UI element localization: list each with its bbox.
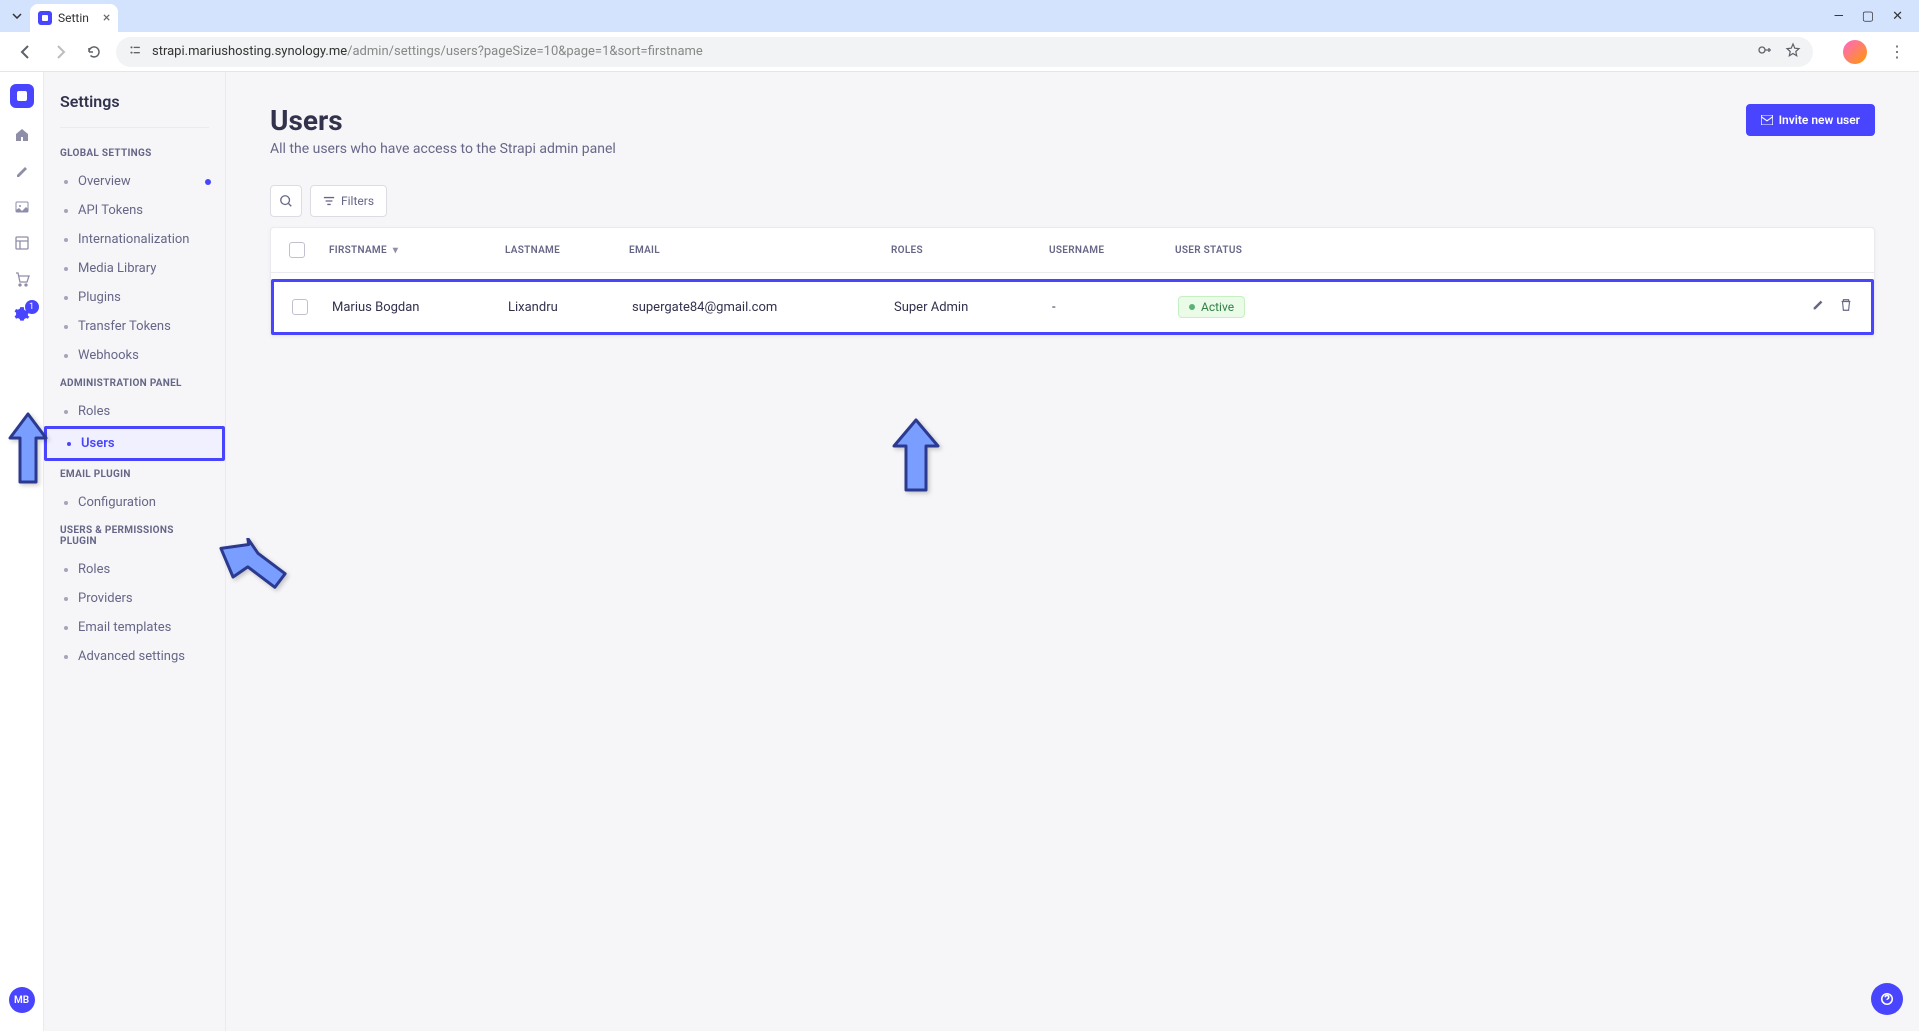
tab-list-dropdown[interactable]: [8, 7, 26, 25]
sidebar-item-overview[interactable]: Overview: [44, 167, 225, 196]
site-settings-icon[interactable]: [128, 43, 142, 60]
close-icon[interactable]: ✕: [1892, 9, 1903, 24]
cell-lastname: Lixandru: [508, 300, 632, 315]
invite-user-button[interactable]: Invite new user: [1746, 104, 1875, 136]
sidebar-title: Settings: [44, 92, 225, 127]
row-checkbox[interactable]: [292, 299, 308, 315]
edit-icon[interactable]: [1811, 298, 1825, 316]
content-icon[interactable]: [13, 162, 31, 180]
sidebar-item-transfer-tokens[interactable]: Transfer Tokens: [44, 312, 225, 341]
sidebar-item-i18n[interactable]: Internationalization: [44, 225, 225, 254]
sidebar-item-users[interactable]: Users: [44, 426, 225, 461]
back-button[interactable]: [14, 40, 38, 64]
key-icon[interactable]: [1757, 42, 1773, 62]
address-bar[interactable]: strapi.mariushosting.synology.me/admin/s…: [116, 37, 1813, 67]
bookmark-icon[interactable]: [1785, 42, 1801, 62]
sidebar-item-providers[interactable]: Providers: [44, 584, 225, 613]
browser-tab[interactable]: Settin ×: [30, 4, 118, 32]
mail-icon: [1761, 115, 1773, 125]
help-button[interactable]: [1871, 983, 1903, 1015]
url-text: strapi.mariushosting.synology.me/admin/s…: [152, 44, 703, 59]
col-status[interactable]: USER STATUS: [1175, 245, 1355, 256]
filters-button[interactable]: Filters: [310, 185, 387, 217]
marketplace-icon[interactable]: [13, 270, 31, 288]
app-icon-bar: 1 MB: [0, 72, 44, 1031]
settings-sidebar: Settings GLOBAL SETTINGS Overview API To…: [44, 72, 226, 1031]
cell-username: -: [1052, 300, 1178, 315]
home-icon[interactable]: [13, 126, 31, 144]
table-header: FIRSTNAME▾ LASTNAME EMAIL ROLES USERNAME…: [271, 228, 1874, 273]
user-avatar[interactable]: MB: [9, 987, 35, 1013]
sidebar-item-webhooks[interactable]: Webhooks: [44, 341, 225, 370]
select-all-checkbox[interactable]: [289, 242, 305, 258]
section-admin: ADMINISTRATION PANEL: [44, 370, 225, 397]
browser-profile-avatar[interactable]: [1843, 40, 1867, 64]
page-title: Users: [270, 104, 616, 137]
tab-close-icon[interactable]: ×: [103, 10, 110, 26]
col-roles[interactable]: ROLES: [891, 245, 1049, 256]
search-icon: [279, 194, 293, 208]
status-badge: Active: [1178, 296, 1245, 318]
table-row[interactable]: Marius Bogdan Lixandru supergate84@gmail…: [271, 279, 1874, 335]
divider: [60, 127, 209, 128]
favicon-icon: [38, 11, 52, 25]
sidebar-item-api-tokens[interactable]: API Tokens: [44, 196, 225, 225]
tab-title: Settin: [58, 11, 89, 25]
media-icon[interactable]: [13, 198, 31, 216]
sidebar-item-media-library[interactable]: Media Library: [44, 254, 225, 283]
sidebar-item-plugins[interactable]: Plugins: [44, 283, 225, 312]
reload-button[interactable]: [82, 40, 106, 64]
sidebar-item-email-templates[interactable]: Email templates: [44, 613, 225, 642]
forward-button[interactable]: [48, 40, 72, 64]
browser-menu-icon[interactable]: ⋮: [1889, 42, 1905, 61]
sidebar-item-advanced-settings[interactable]: Advanced settings: [44, 642, 225, 671]
col-username[interactable]: USERNAME: [1049, 245, 1175, 256]
builder-icon[interactable]: [13, 234, 31, 252]
search-button[interactable]: [270, 185, 302, 217]
browser-tab-bar: Settin × — ▢ ✕: [0, 0, 1919, 32]
cell-firstname: Marius Bogdan: [332, 300, 508, 315]
section-email: EMAIL PLUGIN: [44, 461, 225, 488]
delete-icon[interactable]: [1839, 298, 1853, 316]
maximize-icon[interactable]: ▢: [1862, 9, 1874, 24]
col-firstname[interactable]: FIRSTNAME▾: [329, 245, 505, 256]
col-email[interactable]: EMAIL: [629, 245, 891, 256]
page-subtitle: All the users who have access to the Str…: [270, 141, 616, 157]
cell-email: supergate84@gmail.com: [632, 300, 894, 315]
window-controls: — ▢ ✕: [1834, 9, 1911, 24]
cell-roles: Super Admin: [894, 300, 1052, 315]
section-global: GLOBAL SETTINGS: [44, 140, 225, 167]
users-table: FIRSTNAME▾ LASTNAME EMAIL ROLES USERNAME…: [270, 227, 1875, 336]
browser-toolbar: strapi.mariushosting.synology.me/admin/s…: [0, 32, 1919, 72]
sidebar-item-roles[interactable]: Roles: [44, 397, 225, 426]
sidebar-item-configuration[interactable]: Configuration: [44, 488, 225, 517]
filter-icon: [323, 195, 335, 207]
col-lastname[interactable]: LASTNAME: [505, 245, 629, 256]
settings-icon[interactable]: 1: [13, 306, 31, 324]
minimize-icon[interactable]: —: [1834, 9, 1844, 24]
settings-badge: 1: [25, 300, 39, 314]
app-logo[interactable]: [10, 84, 34, 108]
main-content: Users All the users who have access to t…: [226, 72, 1919, 1031]
sidebar-item-up-roles[interactable]: Roles: [44, 555, 225, 584]
sort-icon: ▾: [393, 245, 398, 256]
section-permissions: USERS & PERMISSIONS PLUGIN: [44, 517, 225, 555]
